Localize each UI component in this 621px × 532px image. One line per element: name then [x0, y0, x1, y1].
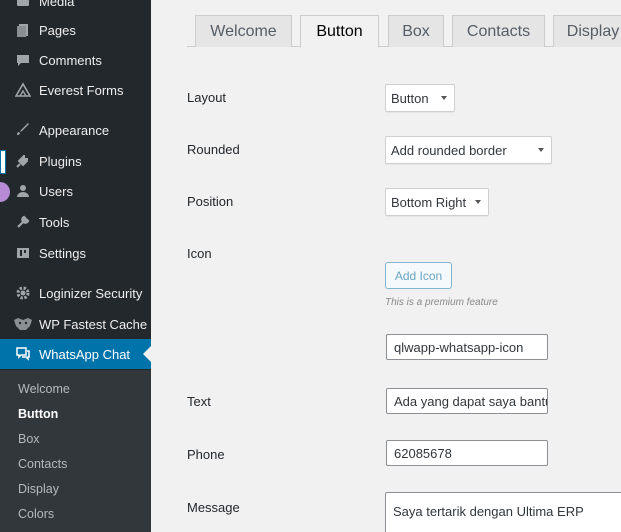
- message-textarea[interactable]: Saya tertarik dengan Ultima ERP: [385, 492, 621, 532]
- layout-select[interactable]: Button: [385, 84, 455, 112]
- pages-icon: [14, 21, 32, 39]
- chat-icon: [14, 345, 32, 363]
- users-icon: [14, 182, 32, 200]
- message-label: Message: [187, 500, 240, 515]
- sidebar-item-label: WP Fastest Cache: [39, 316, 148, 332]
- tab-display[interactable]: Display: [553, 15, 621, 47]
- edge-artifact-box: [0, 150, 6, 174]
- text-label: Text: [187, 394, 211, 409]
- chevron-down-icon: [475, 200, 481, 204]
- phone-label: Phone: [187, 447, 225, 462]
- tab-box[interactable]: Box: [388, 15, 444, 47]
- media-icon: [14, 0, 32, 10]
- submenu-item-button[interactable]: Button: [18, 407, 58, 421]
- icon-class-input[interactable]: qlwapp-whatsapp-icon: [386, 334, 548, 360]
- submenu-item-contacts[interactable]: Contacts: [18, 457, 67, 471]
- sidebar-item-media[interactable]: Media: [0, 0, 151, 16]
- whatsapp-chat-submenu: Welcome Button Box Contacts Display Colo…: [0, 370, 151, 532]
- sidebar-item-label: WhatsApp Chat: [39, 346, 131, 362]
- appearance-icon: [14, 121, 32, 139]
- sidebar-item-comments[interactable]: Comments: [0, 45, 151, 75]
- plugins-icon: [14, 152, 32, 170]
- current-menu-arrow: [143, 346, 151, 362]
- sidebar-item-appearance[interactable]: Appearance: [0, 115, 151, 145]
- sidebar-item-label: Tools: [39, 214, 70, 230]
- chevron-down-icon: [441, 96, 447, 100]
- premium-feature-note: This is a premium feature: [385, 297, 498, 308]
- sidebar-item-everest-forms[interactable]: Everest Forms: [0, 75, 151, 105]
- submenu-item-display[interactable]: Display: [18, 482, 59, 496]
- gear-icon: [14, 284, 32, 302]
- everest-forms-icon: [14, 81, 32, 99]
- submenu-item-colors[interactable]: Colors: [18, 507, 54, 521]
- tab-welcome[interactable]: Welcome: [195, 15, 292, 47]
- sidebar-item-tools[interactable]: Tools: [0, 207, 151, 237]
- position-select[interactable]: Bottom Right: [385, 188, 489, 216]
- sidebar-item-label: Appearance: [39, 122, 110, 138]
- layout-label: Layout: [187, 90, 227, 105]
- text-input[interactable]: Ada yang dapat saya bantu: [386, 388, 548, 414]
- rounded-label: Rounded: [187, 142, 240, 157]
- sidebar-item-settings[interactable]: Settings: [0, 238, 151, 268]
- layout-select-value: Button: [391, 90, 429, 106]
- tab-button[interactable]: Button: [300, 15, 379, 48]
- sidebar-item-label: Loginizer Security: [39, 285, 143, 301]
- sidebar-item-label: Media: [39, 0, 75, 9]
- chevron-down-icon: [538, 148, 544, 152]
- submenu-item-box[interactable]: Box: [18, 432, 40, 446]
- admin-sidebar: Media Pages Comments Everest Forms Appea…: [0, 0, 151, 532]
- submenu-item-welcome[interactable]: Welcome: [18, 382, 70, 396]
- sidebar-item-wp-fastest-cache[interactable]: WP Fastest Cache: [0, 309, 151, 339]
- sidebar-item-whatsapp-chat[interactable]: WhatsApp Chat: [0, 339, 151, 369]
- phone-input[interactable]: 62085678: [386, 440, 548, 466]
- tools-icon: [14, 213, 32, 231]
- sidebar-item-pages[interactable]: Pages: [0, 15, 151, 45]
- sidebar-item-plugins[interactable]: Plugins: [0, 146, 151, 176]
- settings-icon: [14, 244, 32, 262]
- sidebar-item-label: Plugins: [39, 153, 82, 169]
- comments-icon: [14, 51, 32, 69]
- sidebar-item-label: Users: [39, 183, 73, 199]
- sidebar-item-label: Comments: [39, 52, 102, 68]
- icon-label: Icon: [187, 246, 212, 261]
- cheetah-icon: [11, 315, 35, 333]
- rounded-select[interactable]: Add rounded border: [385, 136, 552, 164]
- tab-contacts[interactable]: Contacts: [452, 15, 545, 47]
- add-icon-button[interactable]: Add Icon: [385, 262, 452, 289]
- sidebar-item-loginizer-security[interactable]: Loginizer Security: [0, 278, 151, 308]
- position-label: Position: [187, 194, 234, 209]
- sidebar-item-label: Settings: [39, 245, 86, 261]
- sidebar-item-label: Pages: [39, 22, 76, 38]
- position-select-value: Bottom Right: [391, 194, 467, 210]
- rounded-select-value: Add rounded border: [391, 142, 507, 158]
- sidebar-item-users[interactable]: Users: [0, 176, 151, 206]
- sidebar-item-label: Everest Forms: [39, 82, 124, 98]
